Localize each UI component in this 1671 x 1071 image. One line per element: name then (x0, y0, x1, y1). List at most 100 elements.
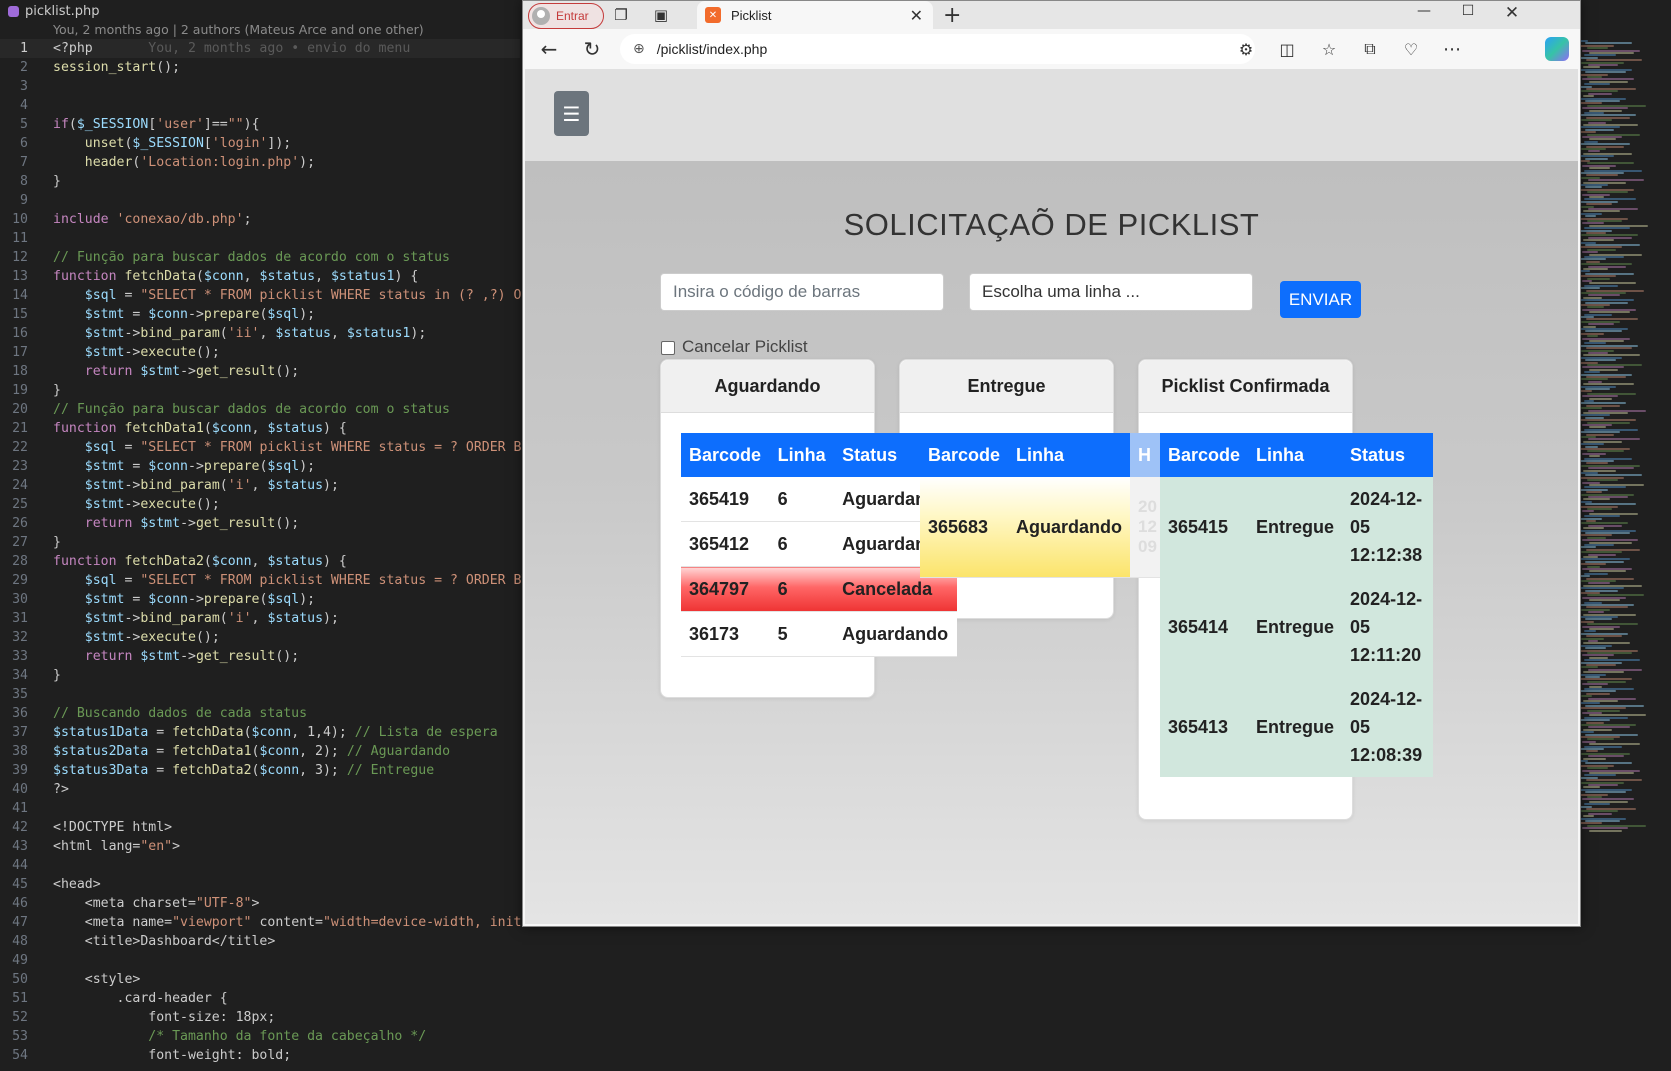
code-line[interactable]: 10 include 'conexao/db.php'; (0, 210, 520, 229)
code-line[interactable]: 8} (0, 172, 520, 191)
code-line[interactable]: 47 <meta name="viewport" content="width=… (0, 913, 523, 932)
code-line[interactable]: 46 <meta charset="UTF-8"> (0, 894, 520, 913)
table-row[interactable]: 36173 5 Aguardando (681, 611, 957, 657)
code-line[interactable]: 18 return $stmt->get_result(); (0, 362, 520, 381)
code-line[interactable]: 44 (0, 856, 520, 875)
code-line[interactable]: 20 // Função para buscar dados de acordo … (0, 400, 520, 419)
code-line[interactable]: 30 $stmt = $conn->prepare($sql); (0, 590, 520, 609)
code-line[interactable]: 2 session_start(); (0, 58, 520, 77)
collections-icon[interactable]: ⧉ (1358, 37, 1382, 61)
minimap-line (1586, 635, 1622, 638)
tab-picklist[interactable]: ✕ Picklist ✕ (697, 1, 933, 29)
cancel-checkbox[interactable] (661, 341, 675, 355)
barcode-input[interactable]: Insira o código de barras (660, 273, 944, 311)
code-line[interactable]: 51 .card-header { (0, 989, 520, 1008)
minimap-line (1578, 155, 1614, 158)
code-line[interactable]: 45 <head> (0, 875, 520, 894)
code-line[interactable]: 43 <html lang="en"> (0, 837, 520, 856)
minimize-icon[interactable]: — (1402, 3, 1446, 19)
menu-toggle-button[interactable]: ☰ (554, 91, 589, 136)
code-line[interactable]: 31 $stmt->bind_param('i', $status); (0, 609, 520, 628)
code-line[interactable]: 25 $stmt->execute(); (0, 495, 520, 514)
code-line[interactable]: 52 font-size: 18px; (0, 1008, 520, 1027)
copilot-icon[interactable] (1545, 37, 1569, 61)
table-row[interactable]: 365414 Entregue 2024-12-05 12:11:20 (1160, 577, 1433, 677)
table-row-cancelled[interactable]: 364797 6 Cancelada (681, 566, 957, 612)
line-number: 7 (20, 155, 28, 170)
send-button[interactable]: ENVIAR (1280, 281, 1361, 318)
new-tab-icon[interactable]: + (943, 3, 961, 28)
code-line[interactable]: 1 <?php You, 2 months ago • envio do menu (0, 39, 520, 58)
code-line[interactable]: 11 (0, 229, 520, 248)
code-line[interactable]: 6 unset($_SESSION['login']); (0, 134, 520, 153)
code-line[interactable]: 34} (0, 666, 520, 685)
code-line[interactable]: 3 (0, 77, 520, 96)
code-line[interactable]: 48 <title>Dashboard</title> (0, 932, 520, 951)
code-line[interactable]: 42 <!DOCTYPE html> (0, 818, 520, 837)
code-line[interactable]: 4 (0, 96, 520, 115)
table-row[interactable]: 365415 Entregue 2024-12-05 12:12:38 (1160, 477, 1433, 577)
code-line[interactable]: 9 (0, 191, 520, 210)
workspaces-icon[interactable]: ❐ (611, 5, 631, 25)
code-line[interactable]: 24 $stmt->bind_param('i', $status); (0, 476, 520, 495)
code-line[interactable]: 13 function fetchData($conn, $status, $st… (0, 267, 520, 286)
close-window-icon[interactable]: ✕ (1490, 3, 1534, 23)
refresh-icon[interactable]: ↻ (580, 37, 604, 61)
code-line[interactable]: 54 font-weight: bold; (0, 1046, 520, 1065)
line-number: 41 (12, 801, 28, 816)
code-line[interactable]: 35 (0, 685, 520, 704)
code-line[interactable]: 15 $stmt = $conn->prepare($sql); (0, 305, 520, 324)
table-row[interactable]: 365412 6 Aguardando (681, 521, 957, 567)
code-line[interactable]: 17 $stmt->execute(); (0, 343, 520, 362)
table-row[interactable]: 365419 6 Aguardando (681, 477, 957, 522)
code-line[interactable]: 37 $status1Data = fetchData($conn, 1,4); … (0, 723, 520, 742)
code-line[interactable]: 39 $status3Data = fetchData2($conn, 3); /… (0, 761, 520, 780)
back-icon[interactable]: ← (537, 37, 561, 61)
code-line[interactable]: 26 return $stmt->get_result(); (0, 514, 520, 533)
minimap[interactable] (1578, 40, 1668, 860)
close-tab-icon[interactable]: ✕ (910, 6, 923, 25)
line-number: 20 (12, 402, 28, 417)
code-line[interactable]: 49 (0, 951, 520, 970)
code-line[interactable]: 40 ?> (0, 780, 520, 799)
signin-button[interactable]: Entrar (528, 3, 604, 29)
line-select[interactable]: Escolha uma linha ... (969, 273, 1253, 311)
code-line[interactable]: 5 if($_SESSION['user']==""){ (0, 115, 520, 134)
minimap-line (1585, 71, 1626, 74)
xampp-favicon: ✕ (705, 7, 721, 23)
split-screen-icon[interactable]: ◫ (1275, 37, 1299, 61)
more-icon[interactable]: ⋯ (1440, 37, 1464, 61)
browser-essentials-icon[interactable]: ♡ (1399, 37, 1423, 61)
table-row[interactable]: 365413 Entregue 2024-12-05 12:08:39 (1160, 677, 1433, 777)
extensions-icon[interactable]: ⚙ (1234, 37, 1258, 61)
code-line[interactable]: 14 $sql = "SELECT * FROM picklist WHERE … (0, 286, 523, 305)
code-line[interactable]: 50 <style> (0, 970, 520, 989)
code-line[interactable]: 22 $sql = "SELECT * FROM picklist WHERE … (0, 438, 523, 457)
code-line[interactable]: 32 $stmt->execute(); (0, 628, 520, 647)
url-field[interactable]: ⊕ /picklist/index.php (620, 34, 1255, 64)
code-line[interactable]: 28 function fetchData2($conn, $status) { (0, 552, 520, 571)
code-line[interactable]: 19} (0, 381, 520, 400)
tab-actions-icon[interactable]: ▣ (651, 5, 671, 25)
git-blame-annotation[interactable]: You, 2 months ago | 2 authors (Mateus Ar… (53, 21, 424, 39)
code-line[interactable]: 41 (0, 799, 520, 818)
code-area[interactable]: 1 <?php You, 2 months ago • envio do menu… (0, 39, 523, 1065)
code-line[interactable]: 33 return $stmt->get_result(); (0, 647, 520, 666)
signin-label: Entrar (556, 9, 589, 23)
code-line[interactable]: 27} (0, 533, 520, 552)
code-line[interactable]: 7 header('Location:login.php'); (0, 153, 520, 172)
code-line[interactable]: 16 $stmt->bind_param('ii', $status, $sta… (0, 324, 520, 343)
code-line[interactable]: 53 /* Tamanho da fonte da cabeçalho */ (0, 1027, 520, 1046)
favorites-icon[interactable]: ☆ (1317, 37, 1341, 61)
table-row[interactable]: 365683 Aguardando 20 12 09 (920, 477, 1165, 578)
code-line[interactable]: 23 $stmt = $conn->prepare($sql); (0, 457, 520, 476)
code-line[interactable]: 21 function fetchData1($conn, $status) { (0, 419, 520, 438)
code-line[interactable]: 12 // Função para buscar dados de acordo … (0, 248, 520, 267)
editor-tab[interactable]: picklist.php (0, 0, 528, 22)
code-line[interactable]: 38 $status2Data = fetchData1($conn, 2); /… (0, 742, 520, 761)
maximize-icon[interactable]: ☐ (1446, 3, 1490, 19)
code-line[interactable]: 36 // Buscando dados de cada status (0, 704, 520, 723)
code-line[interactable]: 29 $sql = "SELECT * FROM picklist WHERE … (0, 571, 523, 590)
minimap-line (1589, 599, 1620, 602)
line-number: 4 (20, 98, 28, 113)
